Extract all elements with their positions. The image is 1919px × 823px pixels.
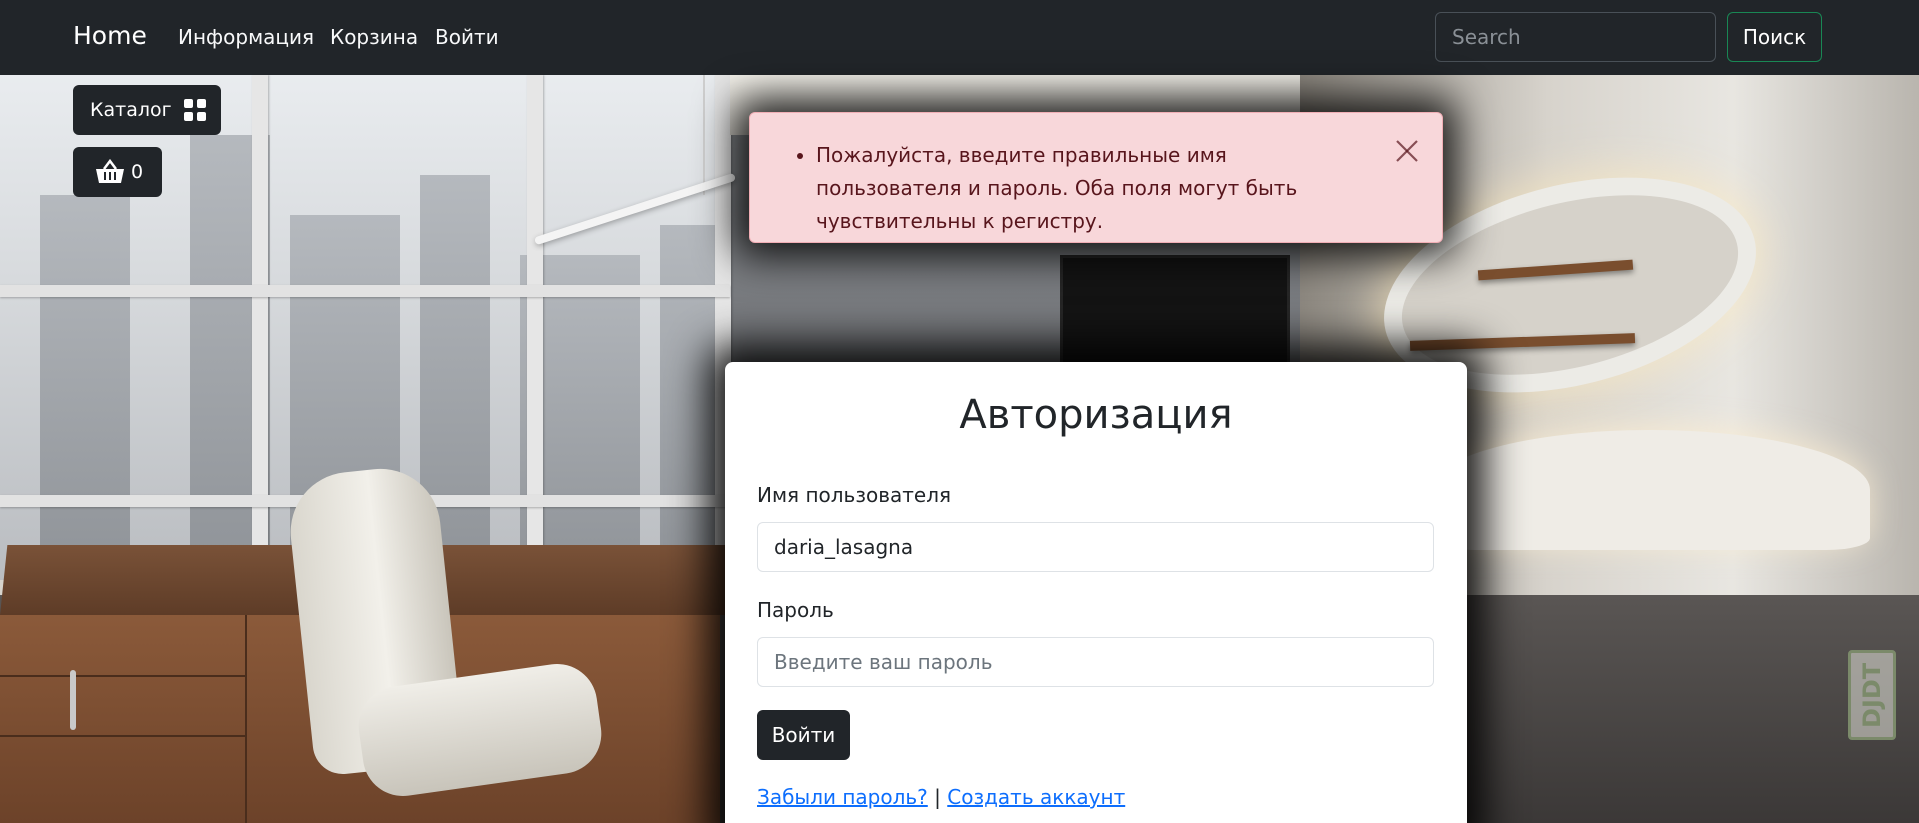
top-navbar: Home Информация Корзина Войти Поиск [0,0,1919,75]
catalog-label: Каталог [90,99,172,121]
password-label: Пароль [757,598,834,622]
cart-button[interactable]: 0 [73,147,162,197]
login-card: Авторизация Имя пользователя Пароль Войт… [725,362,1467,823]
login-submit-button[interactable]: Войти [757,710,850,760]
search-button[interactable]: Поиск [1727,12,1822,62]
nav-link-cart[interactable]: Корзина [330,25,418,49]
djdt-watermark[interactable]: DJDT [1848,650,1896,740]
forgot-password-link[interactable]: Забыли пароль? [757,785,928,809]
nav-link-login[interactable]: Войти [435,25,499,49]
basket-icon [96,159,124,183]
error-alert: Пожалуйста, введите правильные имя польз… [749,112,1443,243]
error-list: Пожалуйста, введите правильные имя польз… [816,139,1376,238]
register-link[interactable]: Создать аккаунт [947,785,1125,809]
wall-tv [1060,255,1290,375]
nav-link-info[interactable]: Информация [178,25,314,49]
password-field[interactable] [757,637,1434,687]
search-input[interactable] [1435,12,1716,62]
page-title: Авторизация [959,392,1233,438]
grid-icon [183,99,206,121]
brand-home-link[interactable]: Home [73,21,147,50]
cart-count: 0 [131,161,144,183]
link-separator: | [934,785,941,809]
username-field[interactable] [757,522,1434,572]
error-message: Пожалуйста, введите правильные имя польз… [816,139,1376,238]
auth-links: Забыли пароль? | Создать аккаунт [757,785,1125,809]
close-icon[interactable] [1392,136,1422,166]
username-label: Имя пользователя [757,483,952,507]
catalog-button[interactable]: Каталог [73,85,221,135]
